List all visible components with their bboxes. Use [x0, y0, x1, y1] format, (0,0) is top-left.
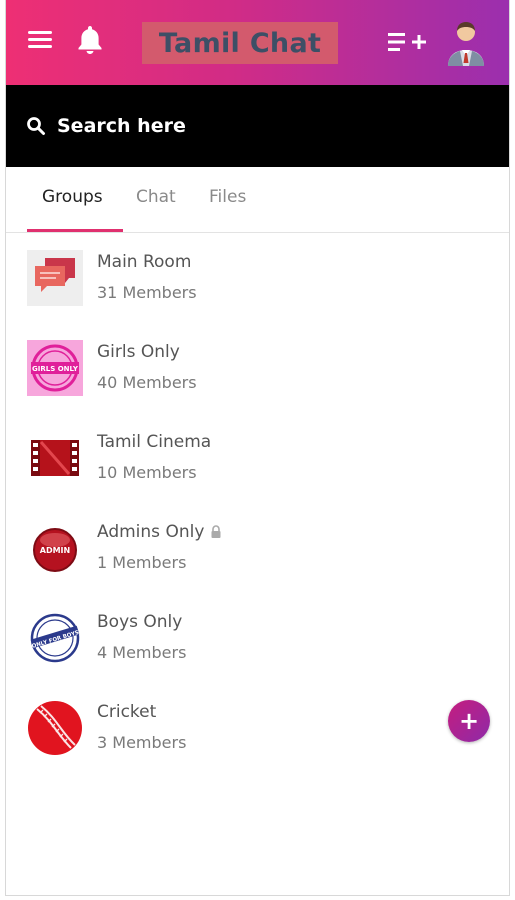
app-header: Tamil Chat: [6, 0, 509, 85]
chat-bubbles-icon: [27, 250, 83, 306]
app-title: Tamil Chat: [158, 27, 322, 59]
group-name: Cricket: [97, 702, 157, 722]
add-group-button[interactable]: +: [448, 700, 490, 742]
list-item[interactable]: Tamil Cinema 10 Members: [6, 414, 509, 504]
admin-stamp-text: ADMIN: [40, 546, 70, 555]
group-name: Girls Only: [97, 342, 180, 362]
list-item[interactable]: ONLY FOR BOYS Boys Only 4 Members: [6, 594, 509, 684]
list-item[interactable]: ADMIN Admins Only 1 Members: [6, 504, 509, 594]
girls-only-stamp-icon: GIRLS ONLY: [27, 340, 83, 396]
member-count: 31 Members: [97, 283, 197, 302]
group-name: Tamil Cinema: [97, 432, 212, 452]
bell-icon[interactable]: [72, 22, 108, 58]
group-name: Admins Only: [97, 522, 222, 542]
tab-files[interactable]: Files: [209, 187, 246, 207]
tab-groups[interactable]: Groups: [42, 187, 103, 207]
lock-icon: [211, 525, 221, 538]
group-name: Boys Only: [97, 612, 183, 632]
list-item[interactable]: GIRLS ONLY Girls Only 40 Members: [6, 324, 509, 414]
user-avatar-icon[interactable]: [444, 20, 488, 66]
member-count: 10 Members: [97, 463, 197, 482]
active-tab-indicator: [27, 229, 123, 232]
member-count: 4 Members: [97, 643, 187, 662]
list-item[interactable]: Cricket 3 Members: [6, 684, 509, 774]
group-name: Main Room: [97, 252, 192, 272]
admin-badge-icon: ADMIN: [33, 528, 77, 572]
member-count: 3 Members: [97, 733, 187, 752]
member-count: 40 Members: [97, 373, 197, 392]
search-placeholder: Search here: [57, 115, 186, 137]
playlist-add-icon[interactable]: [386, 30, 426, 54]
member-count: 1 Members: [97, 553, 187, 572]
list-item[interactable]: Main Room 31 Members: [6, 234, 509, 324]
hamburger-menu-icon[interactable]: [28, 30, 52, 50]
boys-only-stamp-icon: ONLY FOR BOYS: [30, 613, 80, 663]
search-icon: [27, 117, 45, 135]
group-name-text: Admins Only: [97, 522, 205, 542]
tab-chat[interactable]: Chat: [136, 187, 176, 207]
cricket-ball-icon: [28, 701, 82, 755]
plus-icon: +: [458, 707, 480, 735]
app-title-box: Tamil Chat: [142, 22, 338, 64]
app-frame: Tamil Chat Search here Groups Chat Files…: [5, 0, 510, 896]
girls-stamp-text: GIRLS ONLY: [32, 365, 79, 373]
film-strip-icon: [31, 440, 79, 476]
tab-bar: Groups Chat Files: [6, 167, 509, 233]
search-bar[interactable]: Search here: [6, 85, 509, 167]
